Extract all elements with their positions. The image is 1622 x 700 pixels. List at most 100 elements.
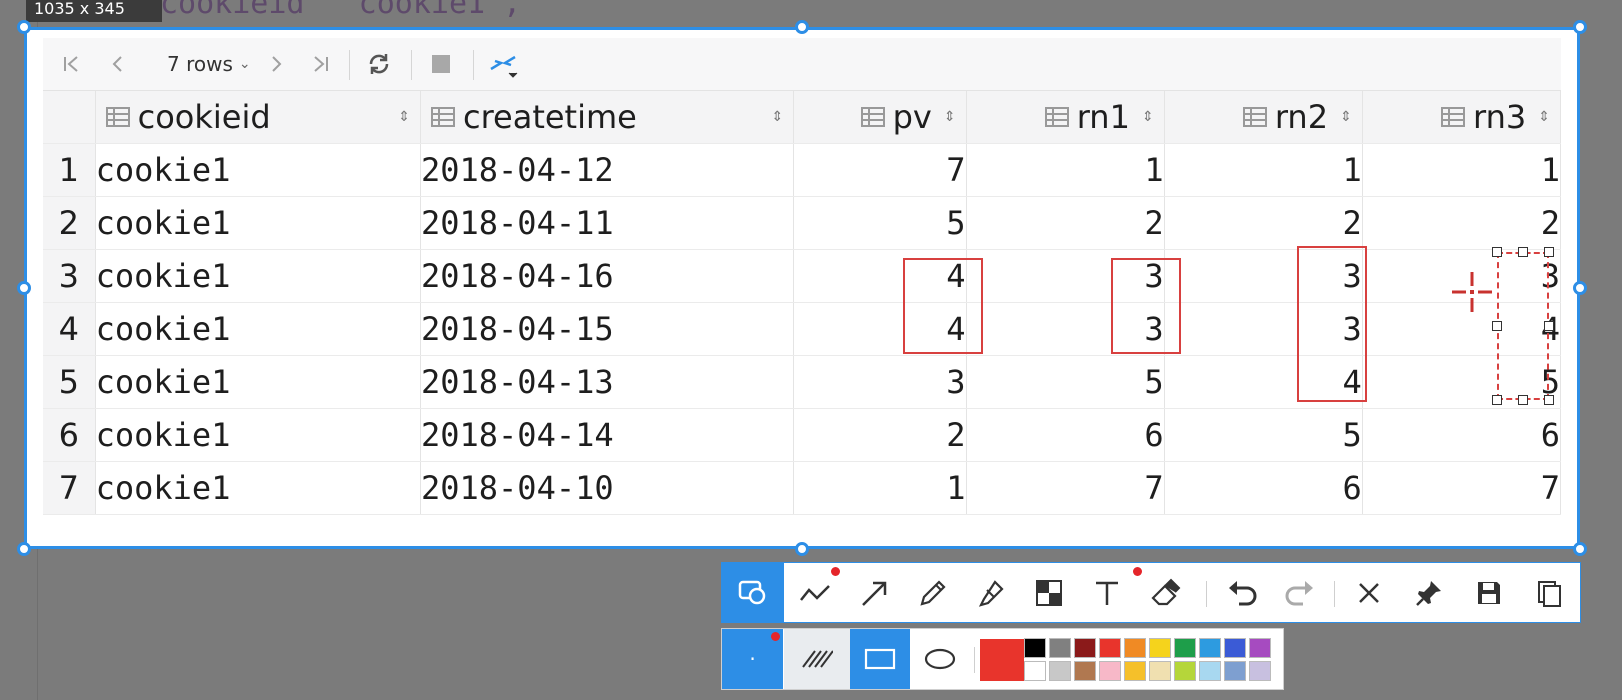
eraser-icon[interactable] bbox=[1136, 563, 1194, 622]
color-swatch[interactable] bbox=[1024, 638, 1046, 658]
resize-handle[interactable] bbox=[1492, 321, 1502, 331]
cell-pv[interactable]: 5 bbox=[793, 196, 967, 250]
last-page-icon[interactable] bbox=[305, 38, 335, 90]
pin-icon[interactable] bbox=[1400, 563, 1458, 622]
resize-handle[interactable] bbox=[1544, 321, 1554, 331]
next-page-icon[interactable] bbox=[261, 38, 291, 90]
cell-rn2[interactable]: 2 bbox=[1164, 196, 1363, 250]
row-number[interactable]: 1 bbox=[43, 143, 96, 197]
fill-pattern-button[interactable] bbox=[784, 629, 850, 689]
cell-createtime[interactable]: 2018-04-11 bbox=[420, 196, 795, 250]
cell-cookieid[interactable]: cookie1 bbox=[95, 302, 421, 356]
color-swatch[interactable] bbox=[1174, 661, 1196, 681]
annotation-rectangle-rn2[interactable] bbox=[1297, 246, 1367, 402]
color-swatch[interactable] bbox=[1049, 638, 1071, 658]
row-number[interactable]: 4 bbox=[43, 302, 96, 356]
cell-cookieid[interactable]: cookie1 bbox=[95, 355, 421, 409]
cell-createtime[interactable]: 2018-04-14 bbox=[420, 408, 795, 462]
color-swatch[interactable] bbox=[1174, 638, 1196, 658]
cell-rn1[interactable]: 1 bbox=[966, 143, 1165, 197]
cell-rn2[interactable]: 1 bbox=[1164, 143, 1363, 197]
rows-count-selector[interactable]: 7 rows ⌄ bbox=[167, 38, 251, 90]
color-swatch[interactable] bbox=[1149, 661, 1171, 681]
cell-cookieid[interactable]: cookie1 bbox=[95, 408, 421, 462]
cell-rn3[interactable]: 6 bbox=[1362, 408, 1562, 462]
color-swatch[interactable] bbox=[1224, 661, 1246, 681]
capture-handle[interactable] bbox=[17, 20, 31, 34]
cell-rn1[interactable]: 2 bbox=[966, 196, 1165, 250]
color-swatch[interactable] bbox=[1224, 638, 1246, 658]
column-header-rn2[interactable]: rn2 ⇕ bbox=[1164, 91, 1363, 144]
resize-handle[interactable] bbox=[1518, 247, 1528, 257]
arrow-icon[interactable] bbox=[846, 563, 904, 622]
pencil-icon[interactable] bbox=[904, 563, 962, 622]
cell-createtime[interactable]: 2018-04-10 bbox=[420, 461, 795, 515]
table-row[interactable]: 1 cookie1 2018-04-12 7 1 1 1 bbox=[43, 143, 1562, 197]
color-swatch[interactable] bbox=[1099, 661, 1121, 681]
annotation-rectangle-pv[interactable] bbox=[903, 258, 983, 354]
stop-icon[interactable] bbox=[421, 38, 461, 90]
previous-page-icon[interactable] bbox=[103, 38, 133, 90]
compare-icon[interactable] bbox=[481, 38, 527, 90]
table-row[interactable]: 7 cookie1 2018-04-10 1 7 6 7 bbox=[43, 461, 1562, 515]
sort-icon[interactable]: ⇕ bbox=[772, 109, 784, 125]
resize-handle[interactable] bbox=[1544, 395, 1554, 405]
color-swatch[interactable] bbox=[1249, 638, 1271, 658]
column-header-createtime[interactable]: createtime ⇕ bbox=[420, 91, 795, 144]
cell-createtime[interactable]: 2018-04-16 bbox=[420, 249, 795, 303]
sort-icon[interactable]: ⇕ bbox=[1142, 109, 1154, 125]
capture-handle[interactable] bbox=[1573, 20, 1587, 34]
resize-handle[interactable] bbox=[1492, 395, 1502, 405]
current-color-swatch[interactable] bbox=[980, 639, 1024, 681]
row-number[interactable]: 3 bbox=[43, 249, 96, 303]
row-number[interactable]: 2 bbox=[43, 196, 96, 250]
highlighter-icon[interactable] bbox=[962, 563, 1020, 622]
save-icon[interactable] bbox=[1460, 563, 1518, 622]
column-header-rn1[interactable]: rn1 ⇕ bbox=[966, 91, 1165, 144]
ellipse-shape-icon[interactable] bbox=[910, 629, 970, 689]
color-swatch[interactable] bbox=[1124, 661, 1146, 681]
row-number[interactable]: 6 bbox=[43, 408, 96, 462]
cell-rn2[interactable]: 5 bbox=[1164, 408, 1363, 462]
text-icon[interactable] bbox=[1078, 563, 1136, 622]
capture-region[interactable]: 7 rows ⌄ cookieid ⇕ createtime ⇕ pv ⇕ rn… bbox=[24, 27, 1580, 549]
cell-pv[interactable]: 1 bbox=[793, 461, 967, 515]
color-swatch[interactable] bbox=[1199, 638, 1221, 658]
column-header-pv[interactable]: pv ⇕ bbox=[793, 91, 967, 144]
sort-icon[interactable]: ⇕ bbox=[1340, 109, 1352, 125]
cell-cookieid[interactable]: cookie1 bbox=[95, 461, 421, 515]
color-swatch[interactable] bbox=[1249, 661, 1271, 681]
select-shape-icon[interactable] bbox=[722, 563, 784, 622]
undo-icon[interactable] bbox=[1212, 563, 1270, 622]
color-swatch[interactable] bbox=[1024, 661, 1046, 681]
first-page-icon[interactable] bbox=[57, 38, 87, 90]
capture-handle[interactable] bbox=[17, 542, 31, 556]
color-swatch[interactable] bbox=[1074, 661, 1096, 681]
cell-rn3[interactable]: 1 bbox=[1362, 143, 1562, 197]
column-header-rn3[interactable]: rn3 ⇕ bbox=[1362, 91, 1562, 144]
annotation-rectangle-rn3-selected[interactable] bbox=[1497, 252, 1549, 400]
color-swatch[interactable] bbox=[1124, 638, 1146, 658]
cell-rn3[interactable]: 2 bbox=[1362, 196, 1562, 250]
cell-cookieid[interactable]: cookie1 bbox=[95, 249, 421, 303]
capture-handle[interactable] bbox=[795, 542, 809, 556]
column-header-cookieid[interactable]: cookieid ⇕ bbox=[95, 91, 421, 144]
resize-handle[interactable] bbox=[1492, 247, 1502, 257]
capture-handle[interactable] bbox=[1573, 281, 1587, 295]
cell-createtime[interactable]: 2018-04-13 bbox=[420, 355, 795, 409]
sort-icon[interactable]: ⇕ bbox=[944, 109, 956, 125]
cell-pv[interactable]: 2 bbox=[793, 408, 967, 462]
row-number[interactable]: 5 bbox=[43, 355, 96, 409]
color-swatch[interactable] bbox=[1149, 638, 1171, 658]
cell-createtime[interactable]: 2018-04-12 bbox=[420, 143, 795, 197]
cell-cookieid[interactable]: cookie1 bbox=[95, 196, 421, 250]
cell-cookieid[interactable]: cookie1 bbox=[95, 143, 421, 197]
mosaic-icon[interactable] bbox=[1020, 563, 1078, 622]
color-swatch[interactable] bbox=[1074, 638, 1096, 658]
capture-handle[interactable] bbox=[795, 20, 809, 34]
color-swatch[interactable] bbox=[1099, 638, 1121, 658]
capture-handle[interactable] bbox=[1573, 542, 1587, 556]
cell-rn1[interactable]: 5 bbox=[966, 355, 1165, 409]
copy-icon[interactable] bbox=[1520, 563, 1578, 622]
resize-handle[interactable] bbox=[1518, 395, 1528, 405]
